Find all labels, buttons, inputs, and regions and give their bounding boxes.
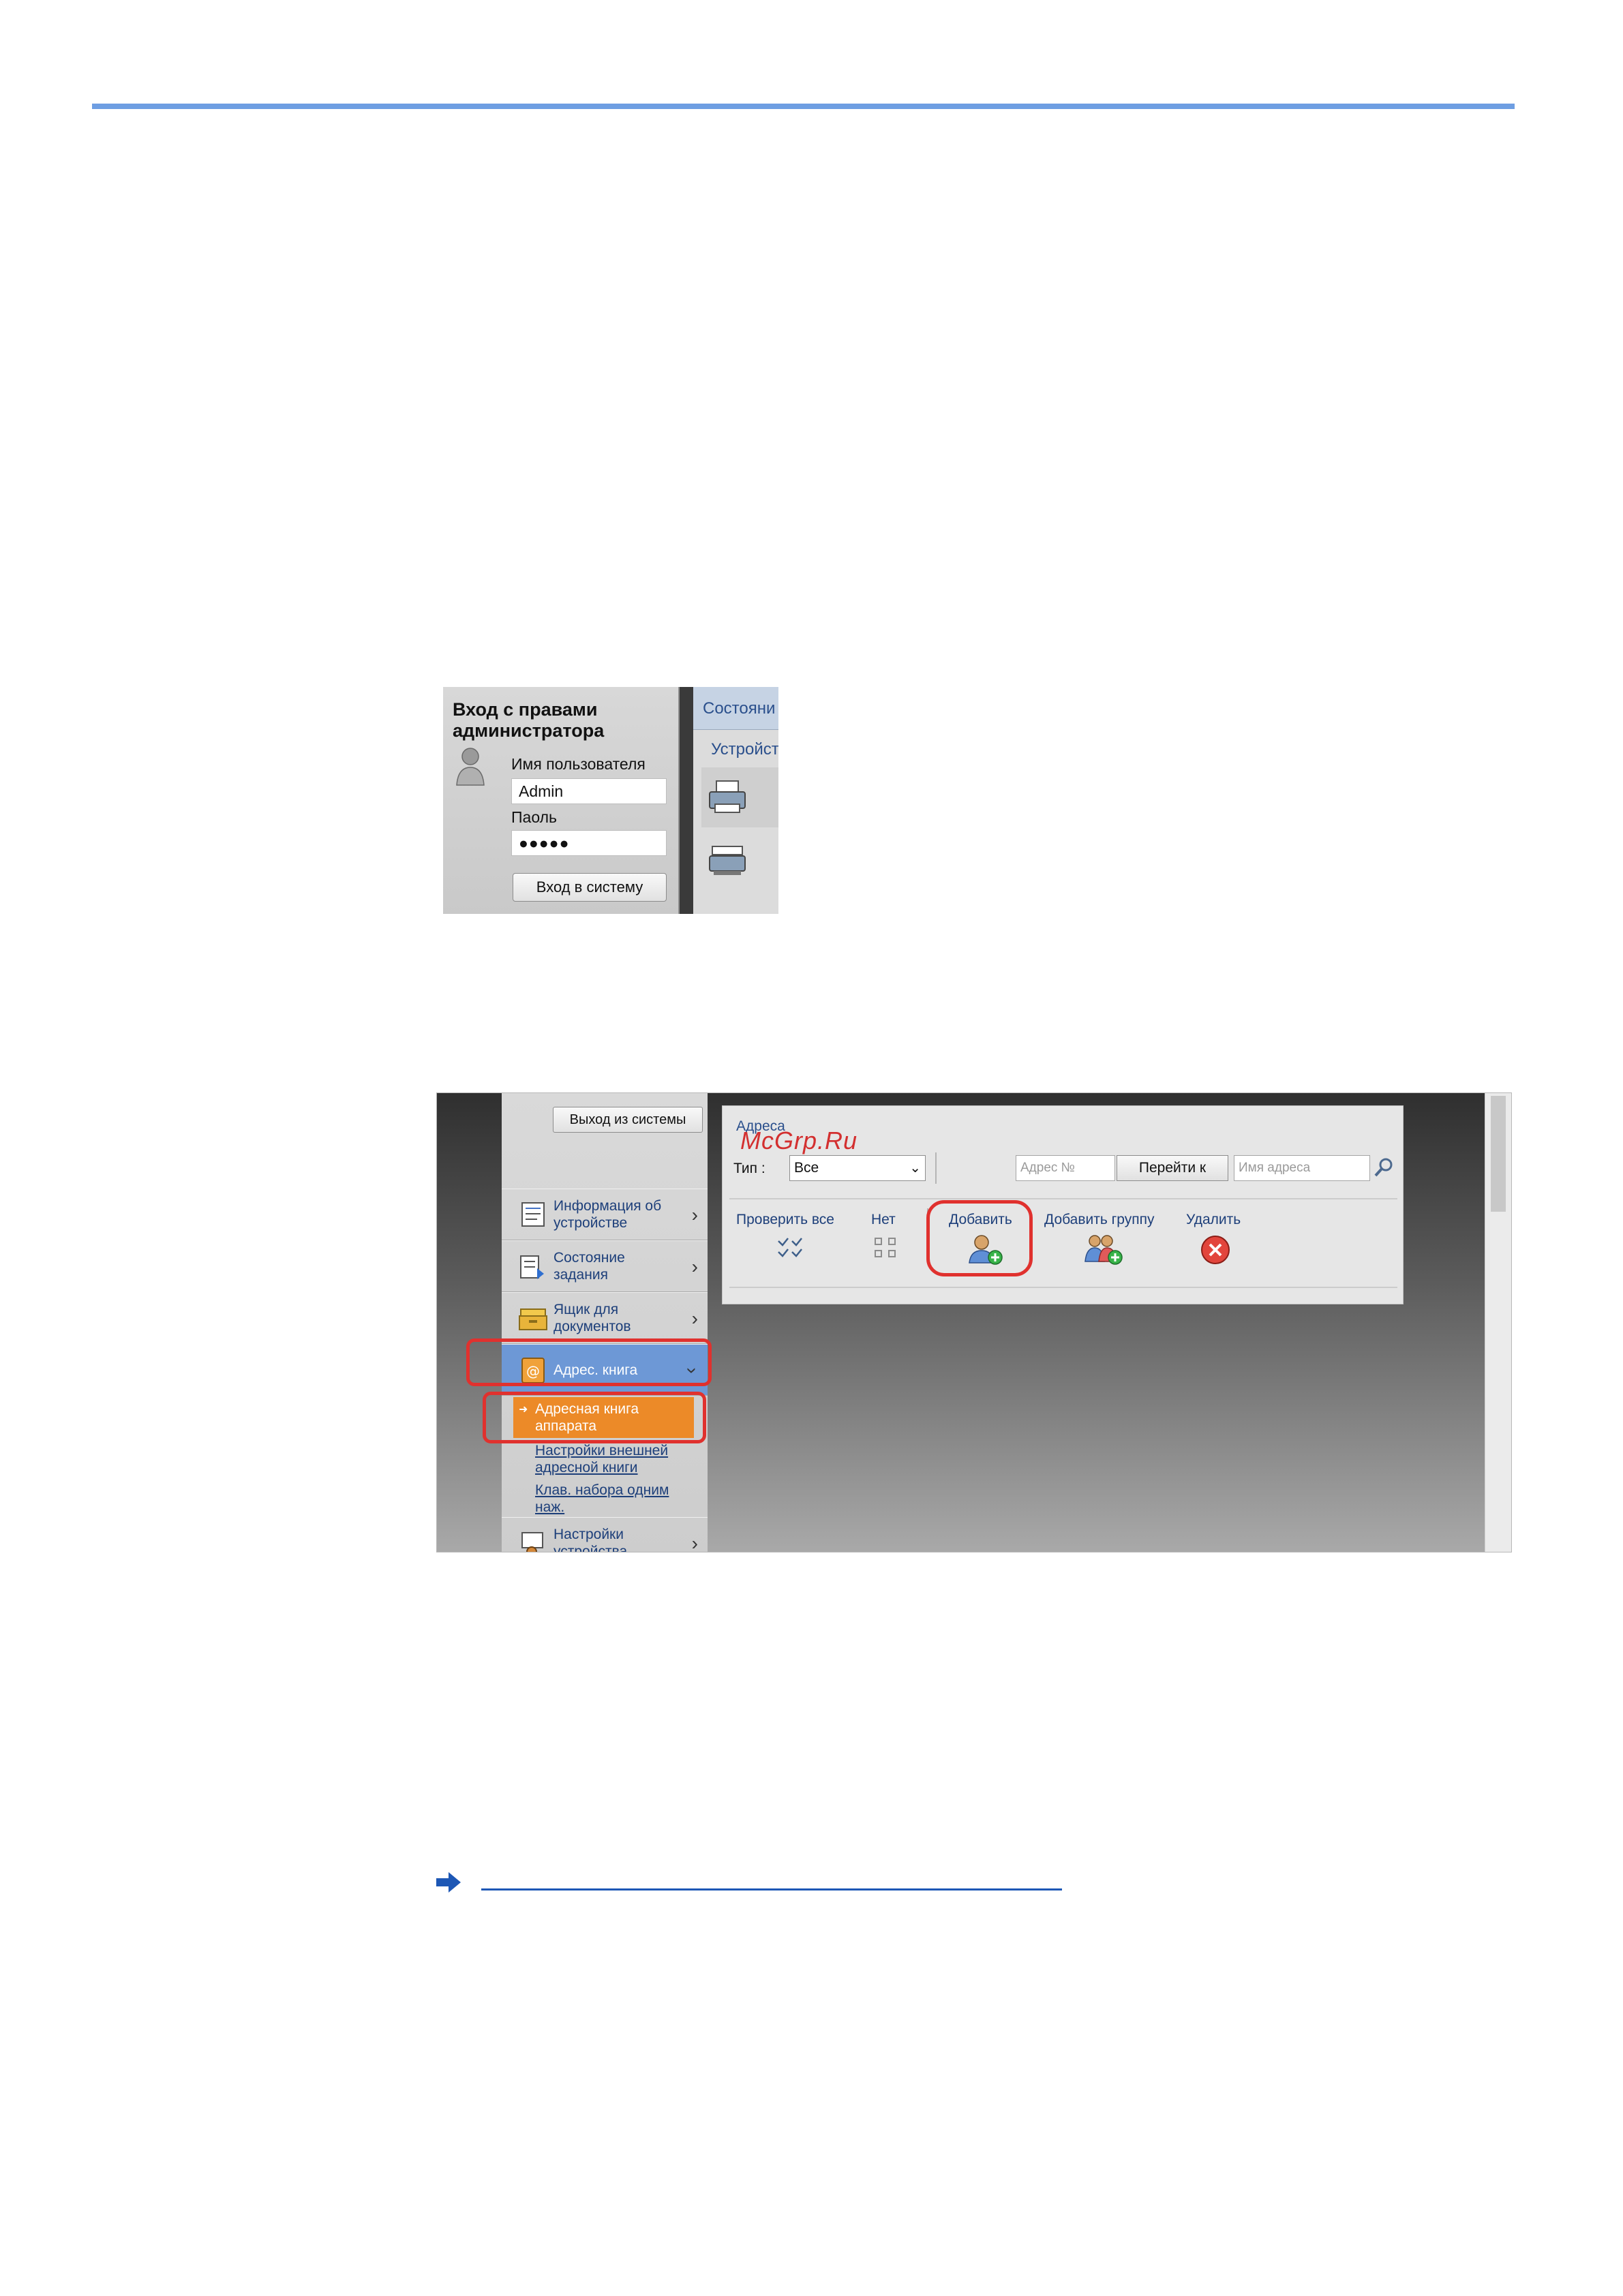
- address-list-panel: Адреса McGrp.Ru Тип : Все ⌄ Адрес № Пере…: [722, 1105, 1404, 1304]
- device-info-icon: [521, 1202, 545, 1227]
- delete-icon[interactable]: [1200, 1234, 1231, 1266]
- address-number-input[interactable]: Адрес №: [1016, 1155, 1115, 1181]
- uncheck-all-button[interactable]: Нет: [871, 1212, 896, 1228]
- login-screenshot: Вход с правами администратора Имя пользо…: [443, 687, 778, 914]
- address-name-input[interactable]: Имя адреса: [1234, 1155, 1370, 1181]
- subtab-device[interactable]: Устройст: [711, 740, 778, 759]
- divider: [935, 1152, 937, 1184]
- document-box-icon: [519, 1308, 547, 1330]
- arrow-right-icon: [436, 1872, 461, 1893]
- highlight-add-button: [926, 1200, 1033, 1276]
- highlight-device-address-book: [483, 1392, 706, 1443]
- check-all-icon[interactable]: [776, 1236, 806, 1260]
- search-icon[interactable]: [1373, 1157, 1395, 1178]
- password-input[interactable]: ●●●●●: [511, 830, 667, 856]
- type-select-value: Все: [794, 1160, 819, 1176]
- username-label: Имя пользователя: [511, 755, 646, 773]
- login-title: Вход с правами администратора: [453, 699, 605, 741]
- add-group-button[interactable]: Добавить группу: [1044, 1212, 1155, 1228]
- type-label: Тип :: [733, 1161, 765, 1176]
- scanner-icon: [709, 846, 746, 875]
- sidebar-item-label: Состояние задания: [553, 1250, 625, 1283]
- sidebar-item-label: Информация об устройстве: [553, 1198, 662, 1231]
- check-all-button[interactable]: Проверить все: [736, 1212, 834, 1228]
- sidebar-item-document-box[interactable]: Ящик для документов ›: [502, 1292, 708, 1344]
- delete-button[interactable]: Удалить: [1186, 1212, 1241, 1228]
- status-tabbar: Состояни: [693, 687, 778, 730]
- device-row-printer[interactable]: [701, 767, 778, 827]
- submenu-one-touch-key[interactable]: Клав. набора одним наж.: [535, 1482, 685, 1516]
- sidebar-item-job-status[interactable]: Состояние задания ›: [502, 1240, 708, 1292]
- divider: [729, 1287, 1397, 1288]
- job-status-icon: [520, 1255, 544, 1279]
- scrollbar[interactable]: [1485, 1093, 1511, 1552]
- chevron-right-icon: ›: [691, 1533, 698, 1552]
- uncheck-all-icon[interactable]: [873, 1236, 900, 1260]
- highlight-address-book: [466, 1338, 712, 1386]
- login-button[interactable]: Вход в систему: [513, 873, 667, 902]
- sidebar-item-device-info[interactable]: Информация об устройстве ›: [502, 1189, 708, 1240]
- password-label: Паоль: [511, 808, 558, 826]
- header-rule: [92, 104, 1515, 109]
- address-book-screenshot: Выход из системы Информация об устройств…: [436, 1092, 1512, 1552]
- chevron-down-icon: ⌄: [909, 1161, 921, 1176]
- sidebar-item-label: Ящик для документов: [553, 1302, 631, 1334]
- device-settings-icon: [521, 1532, 543, 1552]
- add-group-icon[interactable]: [1084, 1233, 1123, 1266]
- tab-status[interactable]: Состояни: [703, 699, 775, 718]
- submenu-external-address-book[interactable]: Настройки внешней адресной книги: [535, 1442, 685, 1476]
- login-panel: Вход с правами администратора Имя пользо…: [443, 687, 680, 914]
- type-select[interactable]: Все ⌄: [789, 1155, 926, 1181]
- chevron-right-icon: ›: [691, 1308, 698, 1329]
- divider: [729, 1198, 1397, 1199]
- chevron-right-icon: ›: [691, 1204, 698, 1225]
- avatar-icon: [456, 748, 485, 786]
- watermark: McGrp.Ru: [740, 1127, 858, 1154]
- chevron-right-icon: ›: [691, 1256, 698, 1277]
- cross-reference-link[interactable]: [481, 1888, 1062, 1891]
- device-row-scanner[interactable]: [701, 831, 778, 891]
- status-panel: Состояни Устройст: [693, 687, 778, 914]
- sidebar-item-device-settings[interactable]: Настройки устройства ›: [502, 1517, 708, 1552]
- username-input[interactable]: Admin: [511, 778, 667, 804]
- sidebar-item-label: Настройки устройства: [553, 1527, 628, 1552]
- scrollbar-thumb[interactable]: [1491, 1096, 1506, 1212]
- printer-icon: [709, 780, 746, 813]
- logout-button[interactable]: Выход из системы: [553, 1107, 703, 1133]
- go-to-button[interactable]: Перейти к: [1117, 1155, 1228, 1181]
